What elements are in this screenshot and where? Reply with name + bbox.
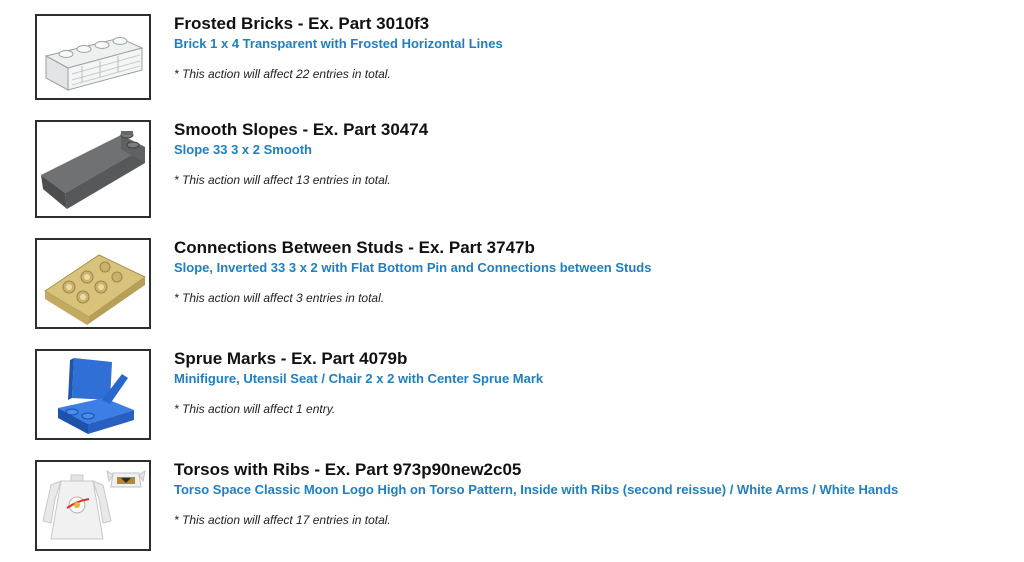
white-torso-icon xyxy=(37,463,149,549)
part-thumbnail[interactable] xyxy=(35,120,151,218)
affected-entries-note: * This action will affect 1 entry. xyxy=(174,402,336,416)
item-title: Sprue Marks - Ex. Part 4079b xyxy=(174,349,408,368)
affected-entries-note: * This action will affect 13 entries in … xyxy=(174,173,391,187)
part-thumbnail[interactable] xyxy=(35,349,151,440)
affected-entries-note: * This action will affect 17 entries in … xyxy=(174,513,391,527)
part-link[interactable]: Torso Space Classic Moon Logo High on To… xyxy=(174,482,898,498)
replacement-list: Frosted Bricks - Ex. Part 3010f3 Brick 1… xyxy=(0,0,1024,562)
item-title: Smooth Slopes - Ex. Part 30474 xyxy=(174,120,429,139)
part-link[interactable]: Slope, Inverted 33 3 x 2 with Flat Botto… xyxy=(174,260,651,276)
item-title: Torsos with Ribs - Ex. Part 973p90new2c0… xyxy=(174,460,522,479)
part-link[interactable]: Slope 33 3 x 2 Smooth xyxy=(174,142,312,158)
part-thumbnail[interactable] xyxy=(35,460,151,551)
affected-entries-note: * This action will affect 3 entries in t… xyxy=(174,291,385,305)
part-thumbnail[interactable] xyxy=(35,14,151,100)
tan-inverted-slope-icon xyxy=(37,241,149,327)
part-link[interactable]: Brick 1 x 4 Transparent with Frosted Hor… xyxy=(174,36,503,52)
part-link[interactable]: Minifigure, Utensil Seat / Chair 2 x 2 w… xyxy=(174,371,543,387)
dark-gray-slope-icon xyxy=(37,123,149,215)
part-thumbnail[interactable] xyxy=(35,238,151,329)
affected-entries-note: * This action will affect 22 entries in … xyxy=(174,67,391,81)
blue-chair-icon xyxy=(38,352,148,438)
transparent-brick-icon xyxy=(38,18,148,96)
item-title: Connections Between Studs - Ex. Part 374… xyxy=(174,238,535,257)
item-title: Frosted Bricks - Ex. Part 3010f3 xyxy=(174,14,430,33)
